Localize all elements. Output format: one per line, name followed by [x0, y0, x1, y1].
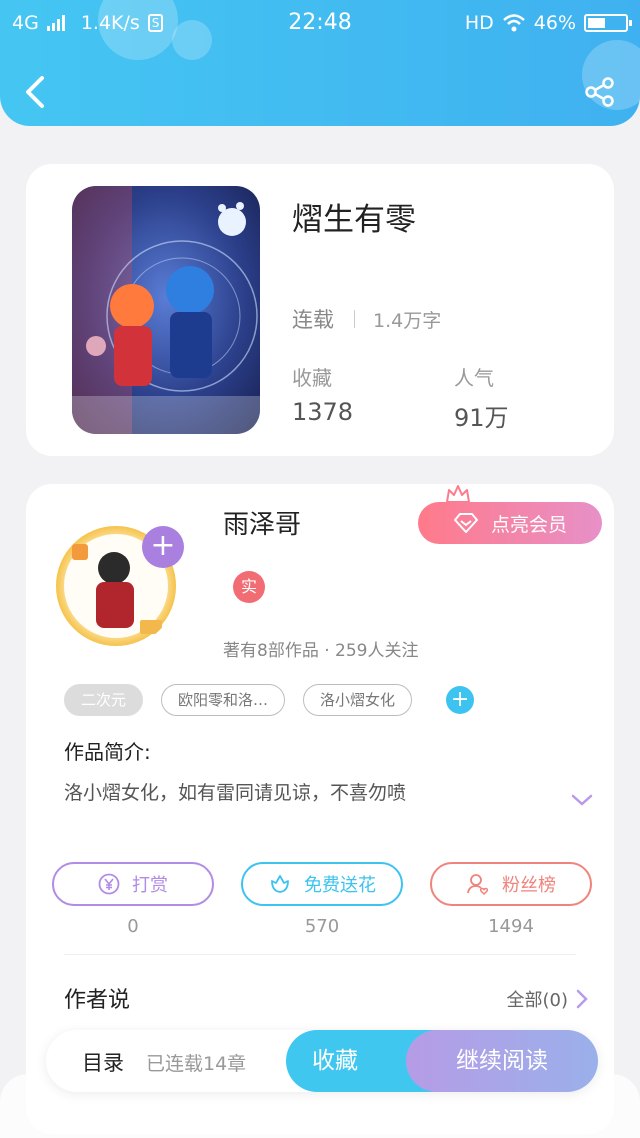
wifi-icon	[502, 14, 525, 32]
book-cover[interactable]	[72, 186, 260, 434]
chevron-down-icon[interactable]	[570, 792, 594, 808]
serial-status: 连载	[292, 308, 334, 332]
vip-button-label: 点亮会员	[490, 513, 567, 536]
chapter-count: 已连载14章	[146, 1053, 247, 1075]
book-title: 熠生有零	[292, 202, 416, 238]
add-tag-button[interactable]: +	[446, 686, 475, 714]
diamond-icon	[453, 513, 478, 533]
tag[interactable]: 二次元	[64, 684, 144, 716]
share-button[interactable]	[584, 76, 616, 108]
battery-percent: 46%	[533, 12, 576, 34]
flower-count: 570	[304, 916, 340, 937]
book-info-card: 熠生有零 连载 1.4万字 收藏 1378 人气 91万	[26, 164, 614, 456]
tip-button[interactable]: 打赏	[52, 862, 214, 906]
favorites-label: 收藏	[292, 366, 332, 390]
continue-reading-button[interactable]: 继续阅读	[406, 1030, 598, 1092]
popularity-label: 人气	[454, 366, 494, 390]
intro-text: 洛小熠女化，如有雷同请见谅，不喜勿喷	[64, 782, 407, 804]
back-button[interactable]	[20, 74, 50, 110]
flower-label: 免费送花	[304, 875, 376, 896]
chevron-right-icon	[576, 989, 588, 1009]
intro-title: 作品简介:	[64, 740, 151, 764]
tag[interactable]: 洛小熠女化	[303, 684, 413, 716]
all-link-label: 全部(0)	[506, 990, 569, 1011]
crown-icon	[446, 485, 470, 503]
author-says-title: 作者说	[64, 988, 131, 1013]
tip-action: 打赏 0	[52, 862, 214, 937]
battery-icon	[584, 14, 632, 32]
author-stats: 著有8部作品 · 259人关注	[223, 641, 419, 661]
divider	[354, 310, 355, 328]
author-name[interactable]: 雨泽哥	[223, 504, 301, 541]
fans-count: 1494	[488, 916, 534, 937]
tag[interactable]: 欧阳零和洛…	[161, 684, 286, 716]
fans-action: 粉丝榜 1494	[430, 862, 592, 937]
fans-label: 粉丝榜	[502, 875, 556, 896]
word-count: 1.4万字	[373, 309, 442, 332]
bottom-bar: 目录 已连载14章 收藏 继续阅读	[46, 1030, 598, 1092]
book-status-line: 连载 1.4万字	[292, 304, 441, 334]
all-comments-link[interactable]: 全部(0)	[507, 986, 589, 1012]
yuan-coin-icon	[98, 873, 120, 895]
follow-author-button[interactable]: +	[142, 526, 184, 568]
free-flower-button[interactable]: 免费送花	[241, 862, 403, 906]
tip-count: 0	[127, 916, 139, 937]
tag-list: 二次元 欧阳零和洛… 洛小熠女化 +	[64, 684, 475, 716]
tip-label: 打赏	[132, 875, 168, 896]
action-row: 打赏 0 免费送花 570 粉丝榜 1494	[52, 862, 592, 937]
favorites-value: 1378	[292, 398, 354, 426]
vip-button[interactable]: 点亮会员	[418, 502, 602, 544]
fan-ranking-button[interactable]: 粉丝榜	[430, 862, 592, 906]
header: 4G 1.4K/s S 22:48 HD 46%	[0, 0, 640, 126]
popularity-value: 91万	[454, 404, 509, 432]
flower-icon	[271, 875, 289, 893]
fan-icon	[467, 874, 489, 896]
toc-button[interactable]: 目录	[82, 1047, 124, 1077]
verified-badge: 实	[233, 571, 265, 603]
flower-action: 免费送花 570	[241, 862, 403, 937]
divider	[64, 954, 576, 955]
hd-indicator: HD	[464, 12, 494, 34]
status-bar: 4G 1.4K/s S 22:48 HD 46%	[0, 10, 640, 40]
